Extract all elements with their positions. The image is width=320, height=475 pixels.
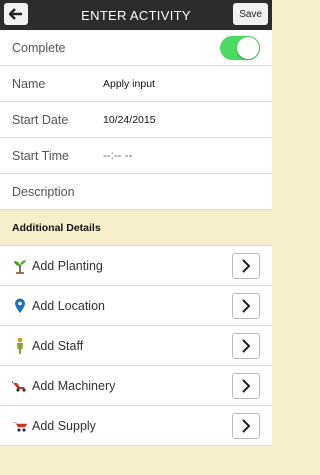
map-pin-icon [12, 297, 28, 315]
chevron-right-icon [242, 418, 251, 433]
machinery-icon [12, 377, 28, 395]
add-location-row[interactable]: Add Location [0, 286, 272, 326]
description-row[interactable]: Description [0, 174, 272, 210]
add-staff-button[interactable] [232, 332, 260, 359]
sprout-icon [12, 257, 28, 275]
back-button[interactable] [4, 3, 28, 25]
add-staff-row[interactable]: Add Staff [0, 326, 272, 366]
toggle-knob [237, 36, 259, 59]
add-supply-label: Add Supply [32, 418, 96, 433]
name-value[interactable]: Apply input [103, 78, 155, 90]
chevron-right-icon [242, 298, 251, 313]
additional-details-header: Additional Details [0, 210, 272, 246]
start-time-row[interactable]: Start Time --:-- -- [0, 138, 272, 174]
add-planting-button[interactable] [232, 252, 260, 279]
chevron-right-icon [242, 378, 251, 393]
description-label: Description [12, 184, 75, 199]
complete-label: Complete [12, 40, 66, 55]
add-location-button[interactable] [232, 292, 260, 319]
add-staff-label: Add Staff [32, 338, 84, 353]
start-time-value[interactable]: --:-- -- [103, 150, 132, 162]
name-row[interactable]: Name Apply input [0, 66, 272, 102]
save-button[interactable]: Save [233, 3, 268, 25]
app-header: ENTER ACTIVITY Save [0, 0, 272, 30]
wheelbarrow-icon [12, 417, 28, 435]
complete-row: Complete [0, 30, 272, 66]
back-arrow-icon [9, 8, 22, 20]
person-icon [12, 337, 28, 355]
chevron-right-icon [242, 258, 251, 273]
add-machinery-label: Add Machinery [32, 378, 116, 393]
add-machinery-row[interactable]: Add Machinery [0, 366, 272, 406]
add-planting-label: Add Planting [32, 258, 103, 273]
page-title: ENTER ACTIVITY [81, 7, 191, 23]
add-supply-button[interactable] [232, 412, 260, 439]
add-supply-row[interactable]: Add Supply [0, 406, 272, 446]
add-location-label: Add Location [32, 298, 105, 313]
name-label: Name [12, 76, 46, 91]
start-date-row[interactable]: Start Date 10/24/2015 [0, 102, 272, 138]
complete-toggle[interactable] [220, 35, 260, 60]
start-time-label: Start Time [12, 148, 69, 163]
start-date-label: Start Date [12, 112, 69, 127]
chevron-right-icon [242, 338, 251, 353]
section-title: Additional Details [12, 221, 101, 234]
add-planting-row[interactable]: Add Planting [0, 246, 272, 286]
start-date-value[interactable]: 10/24/2015 [103, 114, 156, 126]
add-machinery-button[interactable] [232, 372, 260, 399]
